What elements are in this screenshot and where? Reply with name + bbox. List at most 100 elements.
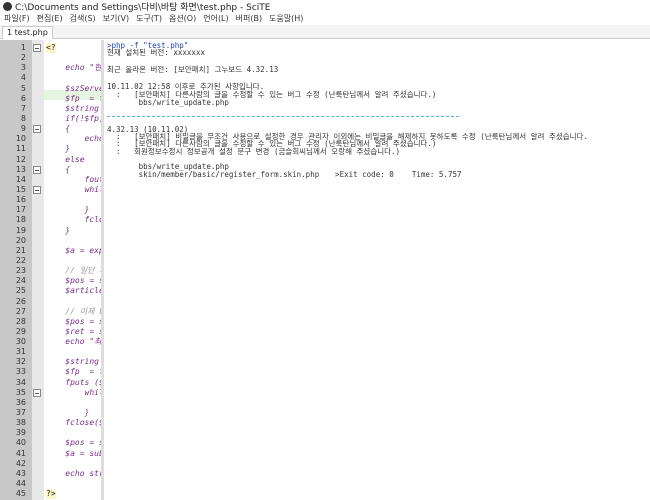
code-line: {: [46, 124, 71, 134]
menu-item[interactable]: 도움말(H): [269, 13, 303, 25]
code-line: echo ": [84, 134, 101, 144]
line-number: 4: [20, 73, 26, 83]
code-line: fputs ($f: [65, 377, 101, 387]
menu-item[interactable]: 파일(F): [4, 13, 30, 25]
line-number: 43: [15, 468, 26, 478]
line-number: 28: [15, 316, 26, 326]
menu-item[interactable]: 버퍼(B): [236, 13, 262, 25]
code-line: $a = subs: [65, 448, 101, 458]
line-number: 6: [20, 93, 26, 103]
line-number: 1: [20, 43, 26, 52]
code-line: $pos = st: [65, 316, 101, 326]
line-number: 3: [20, 63, 26, 73]
output-pane[interactable]: >php -f "test.php" 현재 설치된 버전: xxxxxxx 최근…: [104, 40, 650, 500]
menu-item[interactable]: 보기(V): [103, 13, 129, 25]
fold-toggle-icon[interactable]: [33, 44, 41, 52]
line-number: 14: [15, 174, 26, 184]
line-number: 13: [15, 164, 26, 174]
code-editor[interactable]: 1 <? 23 echo "현재 45 $szServer 6 $fp = fs 7 $s…: [0, 40, 101, 500]
line-number: 36: [15, 397, 26, 407]
menu-item[interactable]: 도구(T): [136, 13, 162, 25]
code-line: {: [46, 164, 71, 174]
code-line: ?>: [46, 489, 56, 500]
code-line: else: [46, 154, 85, 164]
output-installed-version: 현재 설치된 버전: xxxxxxx: [107, 48, 205, 57]
code-line: if(!$fp): [46, 113, 101, 123]
line-number: 23: [15, 266, 26, 276]
scite-app-icon: [3, 2, 12, 11]
tab-bar: 1 test.php: [0, 25, 650, 39]
line-number: 16: [15, 195, 26, 205]
line-number: 42: [15, 458, 26, 468]
line-number: 2: [20, 53, 26, 63]
line-number: 19: [15, 225, 26, 235]
fold-toggle-icon[interactable]: [33, 125, 41, 134]
code-line: $szServer: [65, 83, 101, 93]
code-line: while: [84, 387, 101, 397]
line-number: 20: [15, 235, 26, 245]
line-number: 30: [15, 337, 26, 347]
output-exit-status: >Exit code: 0 Time: 5.757: [317, 170, 462, 179]
fold-toggle-icon[interactable]: [33, 388, 41, 397]
line-number: 44: [15, 479, 26, 489]
code-line: fouts: [84, 174, 101, 184]
line-number: 22: [15, 255, 26, 265]
output-block2-item: : 회원정보수정시 정보공개 설정 문구 변경 (금슬회씨님께서 오랑해 주셨습…: [107, 147, 401, 156]
code-line: // 이제 b: [46, 306, 101, 316]
code-line: $.: [46, 398, 101, 408]
fold-margin[interactable]: [32, 40, 44, 500]
code-line: }: [46, 225, 71, 235]
code-line: echo str_: [65, 468, 101, 478]
line-number: 34: [15, 377, 26, 387]
code-line: $.: [46, 195, 101, 205]
line-number: 40: [15, 438, 26, 448]
line-number: 39: [15, 428, 26, 438]
code-line: }: [46, 205, 90, 215]
line-number: 17: [15, 205, 26, 215]
line-number: 32: [15, 357, 26, 367]
code-line: $articleN: [65, 286, 101, 296]
code-line: $string =: [65, 103, 99, 113]
menu-item[interactable]: 편집(E): [37, 13, 63, 25]
line-number: 27: [15, 306, 26, 316]
menu-item[interactable]: 언어(L): [203, 13, 228, 25]
tab-test-php[interactable]: 1 test.php: [2, 26, 53, 39]
code-line: $ret = su: [65, 326, 101, 336]
line-number: 12: [15, 154, 26, 164]
code-line: $fp = fs: [65, 367, 101, 377]
line-number: 41: [15, 448, 26, 458]
line-number: 8: [20, 113, 26, 123]
code-line: echo "현재: [65, 63, 101, 73]
line-number: 11: [15, 144, 26, 154]
code-line: $pos = st: [65, 276, 101, 286]
line-number: 26: [15, 296, 26, 306]
menu-bar: 파일(F) 편집(E) 검색(S) 보기(V) 도구(T) 옵션(O) 언어(L) 버퍼(B)…: [0, 13, 650, 25]
output-block2-file: skin/member/basic/register_form.skin.php: [107, 170, 320, 179]
menu-item[interactable]: 옵션(O): [169, 13, 196, 25]
line-number: 38: [15, 418, 26, 428]
line-number: 37: [15, 408, 26, 418]
code-line: $a = expl: [65, 245, 101, 255]
line-number: 9: [20, 124, 26, 134]
line-number: 18: [15, 215, 26, 225]
line-number: 29: [15, 326, 26, 336]
output-block1-file: bbs/write_update.php: [107, 98, 229, 107]
fold-toggle-icon[interactable]: [33, 185, 41, 194]
line-number: 15: [15, 184, 26, 194]
line-number: 5: [20, 83, 26, 93]
output-latest-version: 최근 올라온 버전: [보안패치] 그누보드 4.32.13: [107, 65, 279, 74]
code-line: // 일단 저: [46, 266, 101, 276]
line-number: 21: [15, 245, 26, 255]
fold-toggle-icon[interactable]: [33, 165, 41, 174]
output-divider: [107, 116, 459, 117]
code-line: $pos = st: [65, 438, 101, 448]
menu-item[interactable]: 검색(S): [70, 13, 96, 25]
line-number: 25: [15, 286, 26, 296]
code-line: }: [46, 408, 90, 418]
code-line: <?: [46, 43, 56, 53]
window-title: C:\Documents and Settings\다비\바탕 화면\test.…: [15, 3, 271, 13]
line-number: 33: [15, 367, 26, 377]
line-number: 45: [15, 489, 26, 499]
code-line: fclose($f: [65, 418, 101, 428]
code-line: $string =: [65, 357, 99, 367]
